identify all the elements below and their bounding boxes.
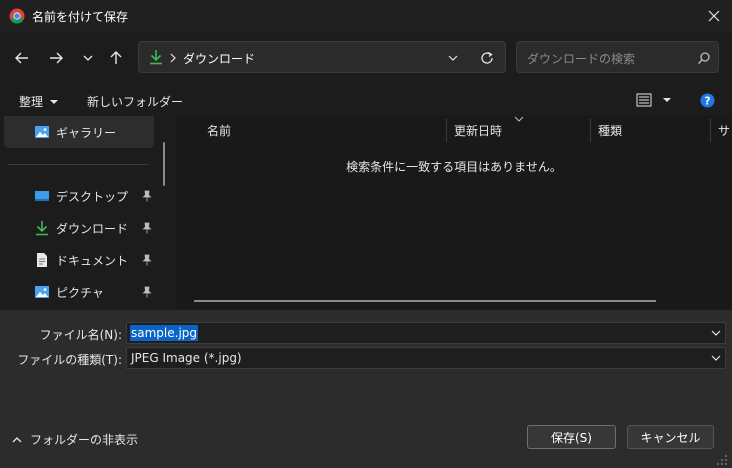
hide-folders-button[interactable]: フォルダーの非表示 [12, 431, 138, 448]
arrow-right-icon [50, 52, 63, 64]
column-header-size[interactable]: サ [718, 122, 730, 139]
recent-locations-button[interactable] [76, 44, 100, 72]
hide-folders-label: フォルダーの非表示 [30, 433, 139, 447]
sidebar-item-label: デスクトップ [56, 189, 129, 204]
breadcrumb-separator-icon [170, 53, 176, 63]
sidebar-item-label: ドキュメント [56, 253, 129, 268]
refresh-icon[interactable] [479, 50, 495, 66]
chrome-icon [9, 8, 25, 24]
column-separator[interactable] [710, 118, 711, 142]
arrow-up-icon [110, 51, 122, 64]
download-icon [150, 50, 162, 65]
address-bar[interactable]: ダウンロード [138, 41, 506, 73]
search-input[interactable]: ダウンロードの検索 [516, 41, 719, 73]
filename-field[interactable]: sample.jpg [126, 322, 726, 344]
column-header-date-modified[interactable]: 更新日時 [454, 122, 502, 139]
sidebar-item-pictures[interactable]: ピクチャ [34, 279, 158, 305]
search-placeholder: ダウンロードの検索 [527, 52, 636, 66]
filetype-label: ファイルの種類(T): [17, 353, 122, 367]
empty-results-message: 検索条件に一致する項目はありません。 [346, 160, 562, 174]
navigation-pane: ギャラリー デスクトップ ダウンロード ドキュメント ピクチャ [0, 116, 174, 310]
cancel-button[interactable]: キャンセル [627, 425, 714, 449]
sidebar-item-label: ダウンロード [56, 221, 129, 236]
sidebar-divider [8, 164, 148, 165]
sidebar-scrollbar[interactable] [163, 142, 165, 186]
resize-grip-icon[interactable] [716, 454, 728, 466]
sidebar-item-label: ピクチャ [56, 285, 104, 300]
filename-value[interactable]: sample.jpg [130, 325, 199, 341]
search-icon [698, 52, 710, 64]
arrow-left-icon [15, 52, 28, 64]
pin-icon [142, 222, 152, 234]
pin-icon [142, 190, 152, 202]
column-separator[interactable] [446, 118, 447, 142]
file-list[interactable]: 名前 更新日時 種類 サ 検索条件に一致する項目はありません。 [176, 116, 732, 310]
chevron-down-icon [711, 355, 721, 361]
caret-down-icon [663, 98, 671, 102]
organize-menu[interactable]: 整理 [19, 93, 59, 110]
forward-button[interactable] [44, 44, 68, 72]
new-folder-button[interactable]: 新しいフォルダー [87, 93, 183, 110]
sort-indicator-icon [514, 116, 524, 122]
column-header-name[interactable]: 名前 [207, 122, 231, 139]
view-options-button[interactable] [636, 93, 672, 107]
svg-text:?: ? [705, 95, 711, 107]
up-button[interactable] [104, 44, 128, 72]
chevron-down-icon[interactable] [711, 328, 721, 338]
save-button[interactable]: 保存(S) [527, 425, 616, 449]
help-icon[interactable]: ? [700, 93, 715, 108]
sidebar-item-desktop[interactable]: デスクトップ [34, 183, 158, 209]
pin-icon [142, 286, 152, 298]
window-title: 名前を付けて保存 [32, 10, 129, 24]
address-dropdown-icon[interactable] [447, 52, 459, 64]
sidebar-item-downloads[interactable]: ダウンロード [34, 215, 158, 241]
horizontal-scrollbar[interactable] [194, 300, 656, 302]
details-view-icon [636, 93, 652, 107]
pictures-icon [35, 286, 49, 298]
column-header-type[interactable]: 種類 [598, 122, 622, 139]
gallery-icon [35, 126, 49, 138]
chevron-up-icon [12, 436, 22, 442]
column-separator[interactable] [590, 118, 591, 142]
title-bar: 名前を付けて保存 [0, 0, 732, 32]
document-icon [37, 253, 47, 267]
organize-label: 整理 [19, 95, 44, 109]
caret-down-icon [50, 99, 59, 104]
breadcrumb-downloads[interactable]: ダウンロード [183, 50, 255, 67]
pin-icon [142, 254, 152, 266]
filename-label: ファイル名(N): [39, 328, 122, 342]
sidebar-item-label: ギャラリー [56, 125, 117, 140]
back-button[interactable] [10, 44, 34, 72]
command-bar: 整理 新しいフォルダー ? [0, 84, 732, 116]
desktop-icon [35, 191, 49, 201]
filetype-select[interactable]: JPEG Image (*.jpg) [126, 347, 726, 369]
chevron-down-icon [83, 55, 93, 61]
sidebar-item-documents[interactable]: ドキュメント [34, 247, 158, 273]
sidebar-item-gallery[interactable]: ギャラリー [34, 119, 158, 145]
save-options-panel: ファイル名(N): sample.jpg ファイルの種類(T): JPEG Im… [0, 310, 732, 468]
close-icon [708, 10, 720, 22]
download-icon [36, 221, 48, 236]
close-button[interactable] [696, 0, 732, 32]
filetype-value: JPEG Image (*.jpg) [131, 351, 242, 365]
